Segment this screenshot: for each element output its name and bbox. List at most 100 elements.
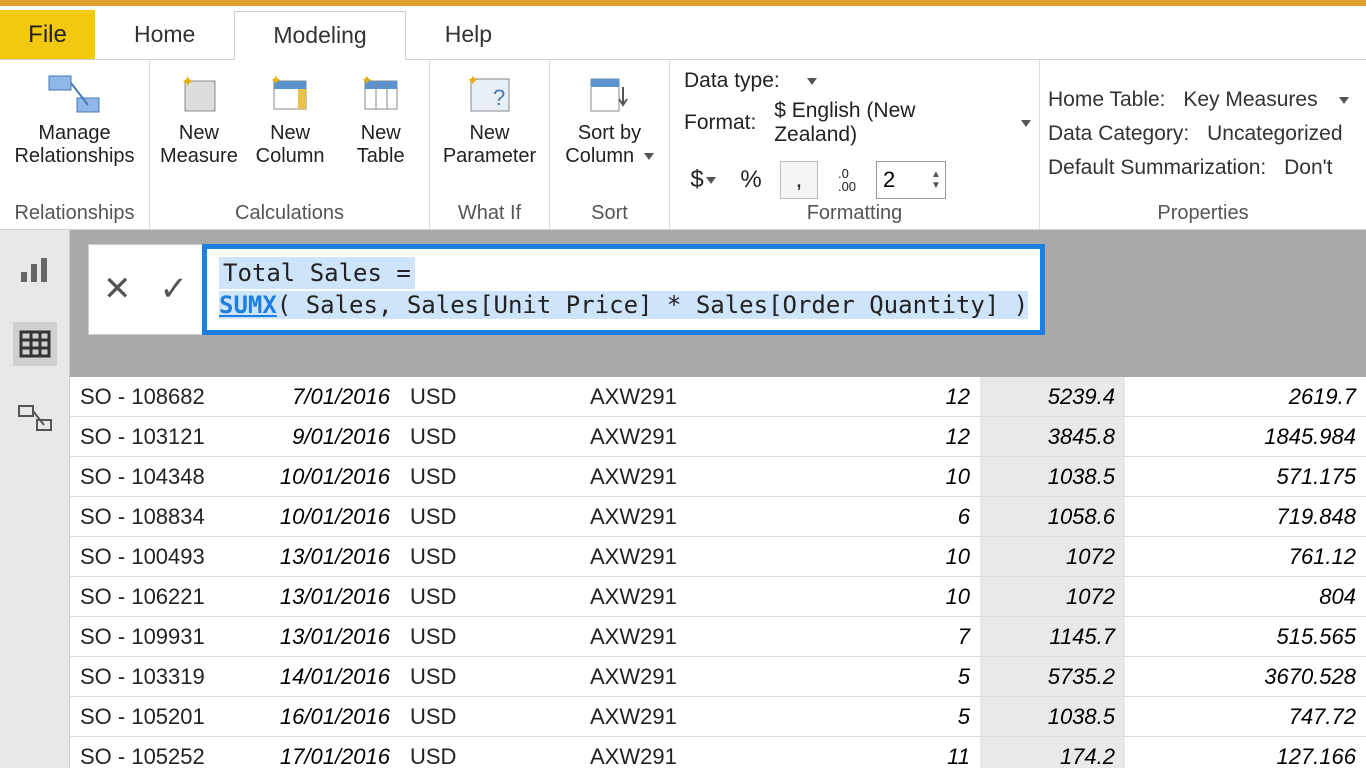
table-row[interactable]: SO - 10434810/01/2016USDAXW291101038.557… (70, 457, 1366, 497)
new-table-button[interactable]: ✦ New Table (340, 68, 421, 170)
format-dropdown[interactable]: Format: $ English (New Zealand) (684, 99, 1031, 147)
model-view-button[interactable] (13, 396, 57, 440)
cell-currency: USD (400, 377, 580, 417)
cell-qty: 12 (790, 417, 980, 457)
home-table-dropdown[interactable]: Home Table: Key Measures (1048, 88, 1349, 112)
table-row[interactable]: SO - 10883410/01/2016USDAXW29161058.6719… (70, 497, 1366, 537)
table-row[interactable]: SO - 10520116/01/2016USDAXW29151038.5747… (70, 697, 1366, 737)
cell-date: 13/01/2016 (260, 577, 400, 617)
commit-formula-button[interactable]: ✓ (160, 269, 189, 309)
group-label-relationships: Relationships (8, 200, 141, 227)
cell-order-id: SO - 108682 (70, 377, 260, 417)
cell-value2: 747.72 (1125, 697, 1366, 737)
cell-qty: 10 (790, 457, 980, 497)
data-category-dropdown[interactable]: Data Category: Uncategorized (1048, 122, 1343, 146)
formula-input[interactable]: Total Sales = SUMX( Sales, Sales[Unit Pr… (202, 244, 1045, 335)
cell-order-id: SO - 103121 (70, 417, 260, 457)
cell-currency: USD (400, 537, 580, 577)
data-view-button[interactable] (13, 322, 57, 366)
currency-button[interactable]: $ (684, 161, 722, 199)
grid-icon (17, 328, 53, 360)
data-type-dropdown[interactable]: Data type: (684, 69, 817, 93)
cell-currency: USD (400, 697, 580, 737)
header-spacer (70, 349, 1366, 377)
svg-text:✦: ✦ (270, 73, 282, 88)
cell-order-id: SO - 105252 (70, 737, 260, 768)
cell-value1: 1072 (980, 577, 1125, 617)
cell-value2: 571.175 (1125, 457, 1366, 497)
column-icon: ✦ (268, 70, 312, 120)
cell-order-id: SO - 103319 (70, 657, 260, 697)
table-icon: ✦ (359, 70, 403, 120)
table-row[interactable]: SO - 10622113/01/2016USDAXW291101072804 (70, 577, 1366, 617)
table-row[interactable]: SO - 10331914/01/2016USDAXW29155735.2367… (70, 657, 1366, 697)
cell-code: AXW291 (580, 737, 790, 768)
sort-icon (585, 70, 635, 120)
tab-help[interactable]: Help (406, 10, 531, 59)
group-label-properties: Properties (1048, 200, 1358, 227)
chevron-down-icon (706, 177, 716, 184)
cell-order-id: SO - 100493 (70, 537, 260, 577)
cell-date: 14/01/2016 (260, 657, 400, 697)
formula-bar: ✕ ✓ Total Sales = SUMX( Sales, Sales[Uni… (70, 230, 1366, 349)
cell-order-id: SO - 109931 (70, 617, 260, 657)
cell-currency: USD (400, 497, 580, 537)
cell-qty: 7 (790, 617, 980, 657)
svg-text:✦: ✦ (181, 74, 194, 91)
cell-date: 13/01/2016 (260, 617, 400, 657)
tab-file[interactable]: File (0, 10, 95, 59)
cell-value2: 1845.984 (1125, 417, 1366, 457)
cell-currency: USD (400, 457, 580, 497)
cell-value2: 719.848 (1125, 497, 1366, 537)
group-label-calculations: Calculations (158, 200, 421, 227)
new-column-button[interactable]: ✦ New Column (250, 68, 331, 170)
cell-date: 7/01/2016 (260, 377, 400, 417)
cell-qty: 11 (790, 737, 980, 768)
data-grid[interactable]: SO - 1086827/01/2016USDAXW291125239.4261… (70, 377, 1366, 768)
cell-value1: 1038.5 (980, 697, 1125, 737)
chevron-down-icon (807, 78, 817, 85)
cell-value1: 1058.6 (980, 497, 1125, 537)
cancel-formula-button[interactable]: ✕ (103, 269, 132, 309)
cell-value1: 5239.4 (980, 377, 1125, 417)
table-row[interactable]: SO - 1086827/01/2016USDAXW291125239.4261… (70, 377, 1366, 417)
parameter-icon: ?✦ (465, 70, 515, 120)
svg-text:✦: ✦ (467, 73, 479, 88)
percent-button[interactable]: % (732, 161, 770, 199)
cell-qty: 5 (790, 697, 980, 737)
table-row[interactable]: SO - 1031219/01/2016USDAXW291123845.8184… (70, 417, 1366, 457)
cell-qty: 6 (790, 497, 980, 537)
cell-value2: 3670.528 (1125, 657, 1366, 697)
new-measure-button[interactable]: ✦ New Measure (158, 68, 240, 170)
cell-date: 10/01/2016 (260, 497, 400, 537)
tab-home[interactable]: Home (95, 10, 234, 59)
svg-text:?: ? (493, 85, 505, 110)
cell-code: AXW291 (580, 497, 790, 537)
default-summarization-dropdown[interactable]: Default Summarization: Don't (1048, 156, 1332, 180)
cell-value1: 1072 (980, 537, 1125, 577)
cell-currency: USD (400, 417, 580, 457)
cell-order-id: SO - 108834 (70, 497, 260, 537)
cell-code: AXW291 (580, 697, 790, 737)
tab-modeling[interactable]: Modeling (234, 11, 405, 60)
cell-qty: 10 (790, 577, 980, 617)
chevron-down-icon (644, 153, 654, 160)
relationships-icon (47, 70, 103, 120)
thousands-separator-button[interactable]: , (780, 161, 818, 199)
manage-relationships-button[interactable]: Manage Relationships (11, 68, 139, 170)
cell-value1: 1145.7 (980, 617, 1125, 657)
sort-by-column-button[interactable]: Sort by Column (560, 68, 660, 170)
decimal-places-input[interactable]: ▲▼ (876, 161, 946, 199)
table-row[interactable]: SO - 10993113/01/2016USDAXW29171145.7515… (70, 617, 1366, 657)
table-row[interactable]: SO - 10525217/01/2016USDAXW29111174.2127… (70, 737, 1366, 768)
cell-order-id: SO - 106221 (70, 577, 260, 617)
cell-value2: 515.565 (1125, 617, 1366, 657)
cell-qty: 12 (790, 377, 980, 417)
chart-icon (17, 254, 53, 286)
cell-code: AXW291 (580, 537, 790, 577)
new-parameter-button[interactable]: ?✦ New Parameter (440, 68, 540, 170)
cell-value1: 5735.2 (980, 657, 1125, 697)
cell-value1: 1038.5 (980, 457, 1125, 497)
table-row[interactable]: SO - 10049313/01/2016USDAXW291101072761.… (70, 537, 1366, 577)
report-view-button[interactable] (13, 248, 57, 292)
